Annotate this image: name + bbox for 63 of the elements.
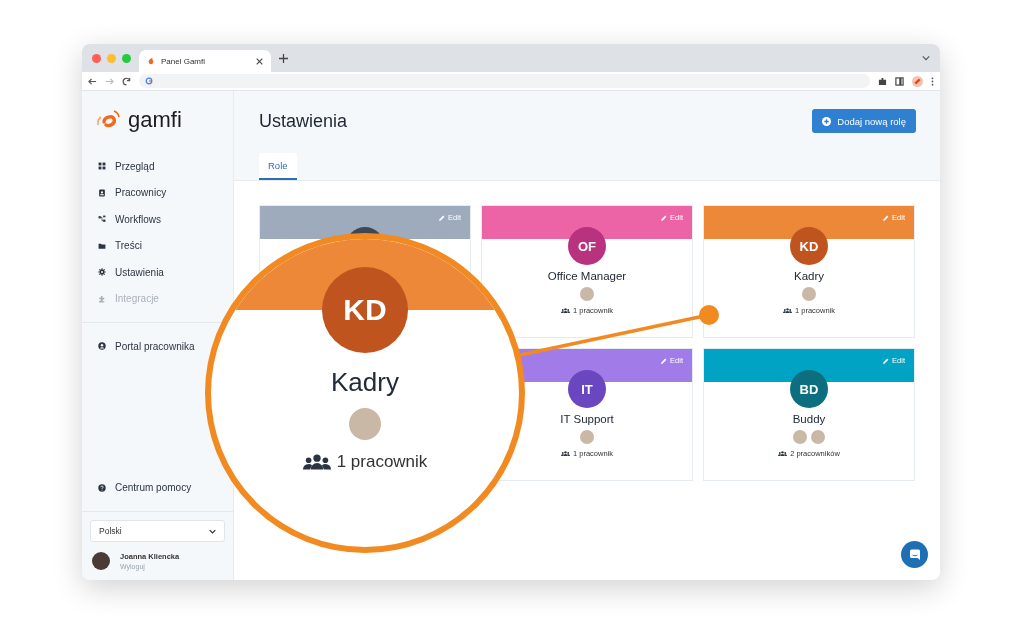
role-avatar: KD bbox=[322, 267, 408, 353]
nav-item[interactable]: Workflows bbox=[82, 206, 161, 233]
more-icon[interactable] bbox=[931, 76, 934, 86]
help-link[interactable]: Centrum pomocy bbox=[82, 474, 192, 501]
plus-icon[interactable] bbox=[279, 53, 288, 63]
role-name: Buddy bbox=[792, 413, 826, 425]
person-photo bbox=[580, 430, 594, 444]
pencil-icon bbox=[661, 214, 668, 221]
flame-icon bbox=[147, 57, 155, 65]
person-photo bbox=[811, 430, 825, 444]
nav-item[interactable]: Ustawienia bbox=[82, 259, 164, 286]
people-icon bbox=[778, 450, 788, 457]
nav-item[interactable]: Treści bbox=[82, 232, 142, 259]
role-name: Kadry bbox=[793, 270, 824, 282]
pencil-icon bbox=[439, 214, 446, 221]
person-photo bbox=[793, 430, 807, 444]
people-icon bbox=[561, 307, 570, 314]
browser-tab[interactable]: Panel Gamfi bbox=[139, 50, 271, 72]
tab[interactable]: Role bbox=[259, 153, 297, 180]
role-avatar: OF bbox=[568, 227, 606, 265]
role-avatar: KD bbox=[790, 227, 828, 265]
chevron-down-icon bbox=[209, 528, 216, 534]
person-photo bbox=[349, 408, 381, 440]
role-avatar: BD bbox=[790, 370, 828, 408]
user-circle-icon bbox=[98, 342, 106, 351]
chevron-down-icon[interactable] bbox=[922, 55, 930, 61]
plus-circle-icon bbox=[822, 116, 832, 126]
people-icon bbox=[302, 453, 331, 471]
profile-icon[interactable] bbox=[912, 75, 923, 87]
person-photo bbox=[580, 287, 594, 301]
pencil-icon bbox=[883, 214, 890, 221]
pencil-icon bbox=[661, 357, 668, 364]
sidebar-icon[interactable] bbox=[895, 76, 904, 86]
folder-icon bbox=[98, 241, 106, 250]
flowchart-icon bbox=[98, 215, 106, 224]
dashboard-icon bbox=[98, 162, 106, 171]
people-icon bbox=[561, 450, 570, 457]
language-select[interactable]: Polski bbox=[90, 520, 225, 542]
role-avatar: IT bbox=[568, 370, 606, 408]
nav-item[interactable]: Przegląd bbox=[82, 153, 155, 180]
id-badge-icon bbox=[98, 188, 106, 197]
nav-item[interactable]: Pracownicy bbox=[82, 179, 167, 206]
back-icon[interactable] bbox=[88, 76, 97, 86]
reload-icon[interactable] bbox=[122, 76, 131, 86]
member-count: 1 pracownik bbox=[336, 452, 428, 472]
pencil-icon bbox=[883, 357, 890, 364]
person-photo bbox=[802, 287, 816, 301]
user-avatar bbox=[92, 552, 110, 570]
page-title: Ustawienia bbox=[259, 110, 348, 132]
tab-title: Panel Gamfi bbox=[161, 56, 207, 66]
portal-link[interactable]: Portal pracownika bbox=[82, 333, 195, 360]
role-name: Office Manager bbox=[547, 270, 627, 282]
close-icon[interactable] bbox=[256, 57, 263, 65]
role-name: IT Support bbox=[560, 413, 614, 425]
logo-text: gamfi bbox=[128, 107, 182, 133]
people-icon bbox=[783, 307, 792, 314]
role-name: Kadry bbox=[331, 367, 399, 398]
g-logo-icon bbox=[145, 77, 153, 85]
help-icon bbox=[98, 483, 106, 492]
add-role-button[interactable]: Dodaj nową rolę bbox=[812, 109, 916, 133]
chat-icon bbox=[908, 548, 921, 561]
chat-button[interactable] bbox=[901, 541, 928, 568]
settings-icon bbox=[98, 268, 106, 277]
